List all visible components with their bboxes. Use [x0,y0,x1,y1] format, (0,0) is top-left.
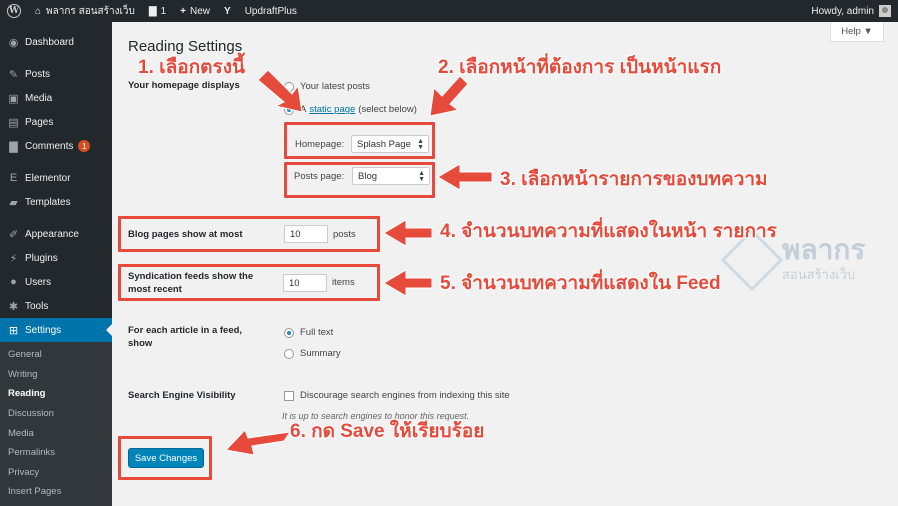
arrow-step-6-icon [224,429,292,456]
arrow-step-2-icon [429,75,469,117]
arrow-step-4-icon [383,219,433,247]
arrow-step-3-icon [437,163,493,191]
annotation-arrows [224,69,493,456]
arrow-step-1-icon [257,69,303,113]
arrow-step-5-icon [383,269,433,297]
